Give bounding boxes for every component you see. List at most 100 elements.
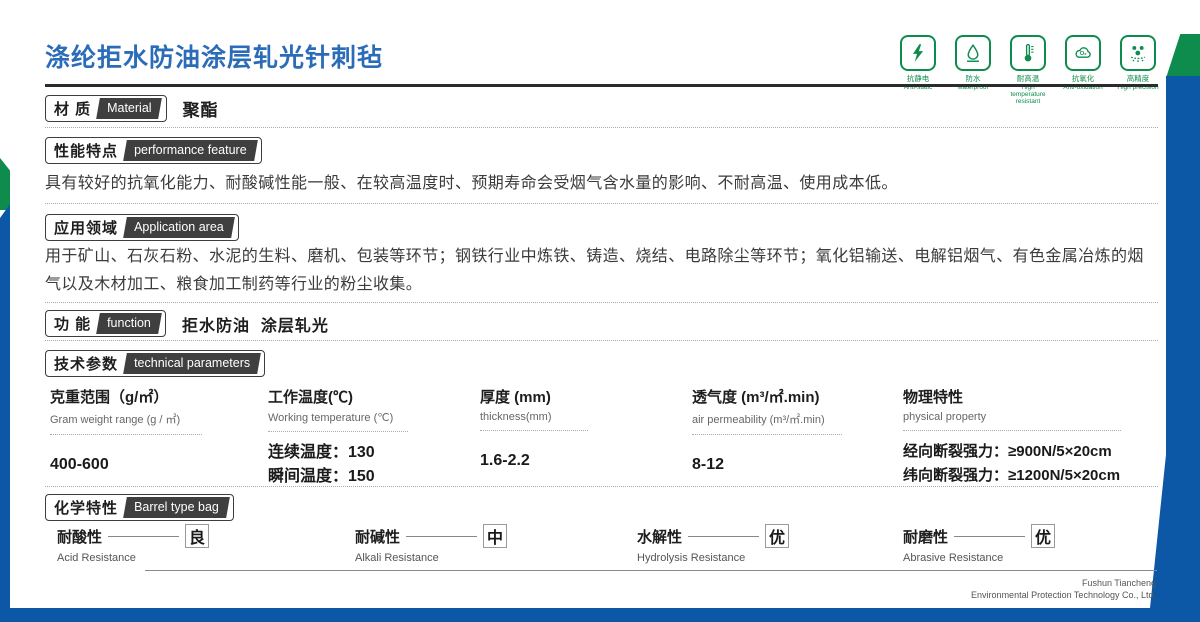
bottom-blue-bar [0, 608, 1200, 622]
section-zh-label: 功 能 [54, 316, 92, 333]
section-en-badge: performance feature [123, 140, 258, 161]
param-physical-property: 物理特性 physical property 经向断裂强力：≥900N/5×20… [903, 386, 1121, 487]
param-value: 1.6-2.2 [480, 452, 530, 469]
chemical-label-row: 化学特性 Barrel type bag [45, 494, 234, 521]
performance-label-row: 性能特点 performance feature [45, 137, 262, 164]
material-value: 聚酯 [182, 101, 219, 120]
param-zh-header: 厚度 (mm) [480, 389, 551, 406]
function-value: 拒水防油 涂层轧光 [181, 317, 329, 335]
section-en-badge: Material [96, 98, 163, 119]
anti-static-icon [900, 35, 936, 71]
anti-oxidation-icon: O₂ [1065, 35, 1101, 71]
param-air-permeability: 透气度 (m³/㎡.min) air permeability (m³/㎡.mi… [692, 386, 842, 476]
chem-en-label: Abrasive Resistance [903, 552, 1004, 564]
param-value: 经向断裂强力：≥900N/5×20cm [903, 443, 1112, 460]
function-row: 功 能 function 拒水防油 涂层轧光 [45, 310, 329, 337]
param-en-header: thickness(mm) [480, 411, 552, 423]
param-divider [692, 434, 842, 435]
param-value: 8-12 [692, 456, 725, 473]
param-gram-weight: 克重范围（g/㎡） Gram weight range (g / ㎡) 400-… [50, 386, 202, 476]
dotted-divider [45, 340, 1158, 341]
param-value: 连续温度：130 [268, 444, 375, 461]
chem-row: 耐磨性 优 [903, 524, 1055, 548]
dotted-divider [45, 203, 1158, 204]
feature-badge-anti-oxidation: O₂ 抗氧化 Anti-oxidation [1061, 35, 1105, 105]
section-zh-label: 性能特点 [54, 143, 119, 160]
product-spec-page: 涤纶拒水防油涂层轧光针刺毡 抗静电 Anti-static 防水 waterpr… [0, 0, 1200, 622]
param-working-temperature: 工作温度(℃) Working temperature (℃) 连续温度：130… [268, 386, 408, 488]
dotted-divider [45, 127, 1158, 128]
param-divider [903, 430, 1121, 431]
chem-connector-line [108, 535, 179, 537]
footer-company: Fushun Tiancheng Environmental Protectio… [971, 577, 1156, 601]
chem-connector-line [406, 535, 477, 537]
param-en-header: air permeability (m³/㎡.min) [692, 414, 825, 426]
right-green-accent [1166, 34, 1200, 78]
left-blue-accent [0, 204, 10, 608]
footer-company-line1: Fushun Tiancheng [1081, 578, 1156, 588]
feature-badge-label-en: High temperature resistant [1010, 84, 1046, 105]
section-label-chemical: 化学特性 Barrel type bag [45, 494, 234, 521]
chem-grade-badge: 优 [1031, 524, 1055, 548]
feature-badge-label-zh: 高精度 [1126, 74, 1150, 83]
chem-grade-badge: 优 [765, 524, 789, 548]
performance-text: 具有较好的抗氧化能力、耐酸碱性能一般、在较高温度时、预期寿命会受烟气含水量的影响… [45, 175, 898, 192]
footer-company-line2: Environmental Protection Technology Co.,… [971, 590, 1156, 600]
param-value: 400-600 [50, 456, 109, 473]
feature-badge-high-precision: 高精度 High precision [1116, 35, 1160, 105]
chem-row: 耐碱性 中 [355, 524, 507, 548]
title-divider [45, 84, 1158, 87]
section-label-performance: 性能特点 performance feature [45, 137, 262, 164]
chem-en-label: Alkali Resistance [355, 552, 439, 564]
param-divider [480, 430, 588, 431]
chem-zh-label: 耐酸性 [57, 528, 103, 546]
waterproof-icon [955, 35, 991, 71]
chem-row: 耐酸性 良 [57, 524, 209, 548]
param-value: 纬向断裂强力：≥1200N/5×20cm [903, 467, 1121, 484]
feature-badge-waterproof: 防水 waterproof [951, 35, 995, 105]
dotted-divider [45, 302, 1158, 303]
chem-hydrolysis-resistance: 水解性 优 Hydrolysis Resistance [637, 524, 789, 564]
section-en-badge: Application area [123, 217, 235, 238]
section-en-badge: Barrel type bag [123, 497, 230, 518]
section-en-badge: function [96, 313, 162, 334]
section-label-material: 材 质 Material [45, 95, 167, 122]
param-zh-header: 物理特性 [903, 389, 964, 406]
footer-divider [145, 570, 1157, 571]
param-value: 瞬间温度：150 [268, 468, 375, 485]
feature-badge-label-zh: 抗静电 [906, 74, 930, 83]
chem-abrasive-resistance: 耐磨性 优 Abrasive Resistance [903, 524, 1055, 564]
chem-zh-label: 水解性 [637, 528, 683, 546]
chem-grade-badge: 中 [483, 524, 507, 548]
feature-badge-anti-static: 抗静电 Anti-static [896, 35, 940, 105]
param-divider [268, 431, 408, 432]
chem-acid-resistance: 耐酸性 良 Acid Resistance [57, 524, 209, 564]
chem-en-label: Acid Resistance [57, 552, 136, 564]
section-zh-label: 应用领域 [54, 220, 119, 237]
chem-alkali-resistance: 耐碱性 中 Alkali Resistance [355, 524, 507, 564]
section-label-application: 应用领域 Application area [45, 214, 239, 241]
section-en-badge: technical parameters [123, 353, 261, 374]
param-divider [50, 434, 202, 435]
param-en-header: Working temperature (℃) [268, 412, 394, 424]
feature-badges: 抗静电 Anti-static 防水 waterproof 耐高温 High t… [896, 35, 1160, 105]
section-zh-label: 材 质 [54, 101, 92, 118]
page-title: 涤纶拒水防油涂层轧光针刺毡 [45, 44, 384, 72]
feature-badge-label-zh: 防水 [965, 74, 981, 83]
chem-connector-line [954, 535, 1025, 537]
param-en-header: Gram weight range (g / ㎡) [50, 414, 181, 426]
param-thickness: 厚度 (mm) thickness(mm) 1.6-2.2 [480, 386, 588, 472]
application-text: 用于矿山、石灰石粉、水泥的生料、磨机、包装等环节；钢铁行业中炼铁、铸造、烧结、电… [45, 248, 1144, 293]
chem-connector-line [688, 535, 759, 537]
feature-badge-high-temperature: 耐高温 High temperature resistant [1006, 35, 1050, 105]
param-en-header: physical property [903, 411, 987, 423]
chem-grade-badge: 良 [185, 524, 209, 548]
section-zh-label: 化学特性 [54, 500, 119, 517]
right-blue-accent [1166, 76, 1200, 608]
application-label-row: 应用领域 Application area [45, 214, 239, 241]
param-zh-header: 克重范围（g/㎡） [50, 389, 169, 406]
high-temperature-icon [1010, 35, 1046, 71]
svg-text:O₂: O₂ [1080, 51, 1087, 57]
feature-badge-label-zh: 耐高温 [1016, 74, 1040, 83]
chem-row: 水解性 优 [637, 524, 789, 548]
